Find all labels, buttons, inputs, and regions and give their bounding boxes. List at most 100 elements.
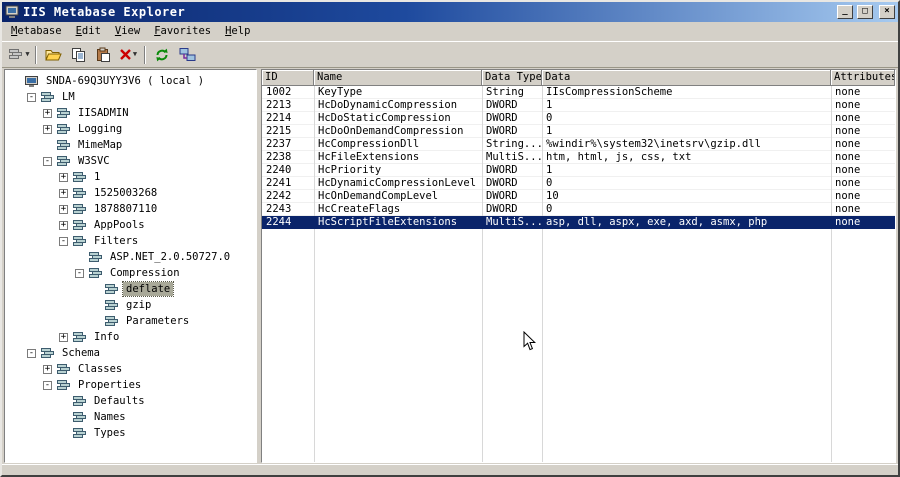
tree-item-gzip[interactable]: gzip [5, 297, 256, 313]
tree-item-1525003268[interactable]: +1525003268 [5, 185, 256, 201]
cell-attributes: none [835, 112, 861, 124]
metabase-key-icon [88, 251, 103, 263]
collapse-box-icon[interactable]: - [59, 236, 68, 246]
tree-item-parameters[interactable]: Parameters [5, 313, 256, 329]
table-row-2241[interactable]: 2241 HcDynamicCompressionLevel DWORD 0 none [262, 177, 895, 190]
tree-item-defaults[interactable]: Defaults [5, 393, 256, 409]
tree-item-logging[interactable]: + Logging [5, 121, 256, 137]
copy-button[interactable] [66, 44, 90, 66]
paste-button[interactable] [91, 44, 115, 66]
window-title: IIS Metabase Explorer [23, 5, 186, 19]
tree-item-1878807110[interactable]: +1878807110 [5, 201, 256, 217]
column-header-name[interactable]: Name [314, 70, 482, 86]
table-row-2237[interactable]: 2237 HcCompressionDll String... %windir%\sy… [262, 138, 895, 151]
table-row-2242[interactable]: 2242 HcOnDemandCompLevel DWORD 10 none [262, 190, 895, 203]
table-row-2214[interactable]: 2214 HcDoStaticCompression DWORD 0 none [262, 112, 895, 125]
tree-item-label: Parameters [126, 315, 190, 327]
tree-item-w3svc[interactable]: - W3SVC [5, 153, 256, 169]
open-folder-button[interactable] [41, 44, 65, 66]
tree-item-compression[interactable]: - Compression [5, 265, 256, 281]
column-header-id[interactable]: ID [262, 70, 314, 86]
new-key-button[interactable]: ▼ [7, 44, 31, 66]
tree-item-label: IISADMIN [78, 107, 129, 119]
cell-data-type: MultiS... [486, 216, 542, 228]
menu-favorites[interactable]: Favorites [147, 22, 218, 41]
tree-item-label: Names [94, 411, 126, 423]
tree-item-filters[interactable]: - Filters [5, 233, 256, 249]
table-row-2238[interactable]: 2238 HcFileExtensions MultiS... htm, html, … [262, 151, 895, 164]
connect-computer-button[interactable] [175, 44, 199, 66]
list-panel: ID Name Data Type Data Attributes 1002 KeyTyp… [261, 69, 896, 463]
tree-item-types[interactable]: Types [5, 425, 256, 441]
title-bar: IIS Metabase Explorer _ □ × [2, 2, 898, 22]
expand-box-icon[interactable]: + [59, 188, 68, 198]
expand-box-icon[interactable]: + [43, 364, 52, 374]
metabase-key-icon [72, 203, 87, 215]
collapse-box-icon[interactable]: - [27, 348, 36, 358]
table-row-1002[interactable]: 1002 KeyType String IIsCompressionScheme non… [262, 86, 895, 99]
tree-item-mimemap[interactable]: MimeMap [5, 137, 256, 153]
expand-box-icon[interactable]: + [43, 108, 52, 118]
metabase-key-icon [104, 299, 119, 311]
table-row-2213[interactable]: 2213 HcDoDynamicCompression DWORD 1 none [262, 99, 895, 112]
tree-item-label: Compression [110, 267, 180, 279]
expand-box-icon[interactable]: + [59, 204, 68, 214]
metabase-key-icon [72, 235, 87, 247]
tree-item-names[interactable]: Names [5, 409, 256, 425]
cell-data-type: DWORD [486, 99, 518, 111]
tree-item-1[interactable]: +1 [5, 169, 256, 185]
cell-id: 2241 [266, 177, 292, 189]
table-row-2244[interactable]: 2244 HcScriptFileExtensions MultiS... asp, … [262, 216, 895, 229]
menu-view[interactable]: View [108, 22, 147, 41]
cell-id: 2244 [266, 216, 292, 228]
cell-id: 2242 [266, 190, 292, 202]
table-row-2243[interactable]: 2243 HcCreateFlags DWORD 0 none [262, 203, 895, 216]
menu-help[interactable]: Help [218, 22, 257, 41]
table-body: 1002 KeyType String IIsCompressionScheme non… [262, 86, 895, 462]
maximize-button[interactable]: □ [857, 5, 873, 19]
expand-box-icon[interactable]: + [59, 332, 68, 342]
expand-box-icon[interactable]: + [59, 172, 68, 182]
collapse-box-icon[interactable]: - [43, 380, 52, 390]
tree-item-label: deflate [121, 281, 175, 297]
cell-attributes: none [835, 86, 861, 98]
table-header: ID Name Data Type Data Attributes [262, 70, 895, 86]
table-row-2240[interactable]: 2240 HcPriority DWORD 1 none [262, 164, 895, 177]
collapse-box-icon[interactable]: - [43, 156, 52, 166]
tree-item-properties[interactable]: - Properties [5, 377, 256, 393]
cell-data: 0 [546, 203, 553, 215]
tree-item-apppools[interactable]: + AppPools [5, 217, 256, 233]
expand-box-icon[interactable]: + [43, 124, 52, 134]
cell-data: 1 [546, 125, 553, 137]
collapse-box-icon[interactable]: - [75, 268, 84, 278]
cell-data: IIsCompressionScheme [546, 86, 673, 98]
tree-item-schema[interactable]: - Schema [5, 345, 256, 361]
refresh-button[interactable] [150, 44, 174, 66]
menu-bar: Metabase Edit View Favorites Help [2, 22, 898, 41]
tree-item-asp-net-2-0-50727-0[interactable]: ASP.NET_2.0.50727.0 [5, 249, 256, 265]
expand-box-icon[interactable]: + [59, 220, 68, 230]
cell-data-type: String [486, 86, 524, 98]
table-row-2215[interactable]: 2215 HcDoOnDemandCompression DWORD 1 none [262, 125, 895, 138]
metabase-key-icon [40, 91, 55, 103]
column-header-attributes[interactable]: Attributes [831, 70, 895, 86]
minimize-button[interactable]: _ [837, 5, 853, 19]
column-header-data[interactable]: Data [542, 70, 831, 86]
tree-item-label: Info [94, 331, 120, 343]
tree-item-lm[interactable]: - LM [5, 89, 256, 105]
tree-item-snda-69q3uyy3v6-local[interactable]: SNDA-69Q3UYY3V6 ( local ) [5, 73, 256, 89]
tree-item-label: 1525003268 [94, 187, 158, 199]
tree-item-iisadmin[interactable]: + IISADMIN [5, 105, 256, 121]
menu-edit[interactable]: Edit [69, 22, 108, 41]
close-button[interactable]: × [879, 5, 895, 19]
tree-item-deflate[interactable]: deflate [5, 281, 256, 297]
collapse-box-icon[interactable]: - [27, 92, 36, 102]
status-bar [2, 464, 898, 475]
menu-metabase[interactable]: Metabase [4, 22, 69, 41]
tree-item-info[interactable]: + Info [5, 329, 256, 345]
column-header-data-type[interactable]: Data Type [482, 70, 542, 86]
metabase-key-icon [72, 427, 87, 439]
delete-button[interactable]: ▼ [116, 44, 140, 66]
metabase-key-icon [72, 395, 87, 407]
tree-item-classes[interactable]: + Classes [5, 361, 256, 377]
